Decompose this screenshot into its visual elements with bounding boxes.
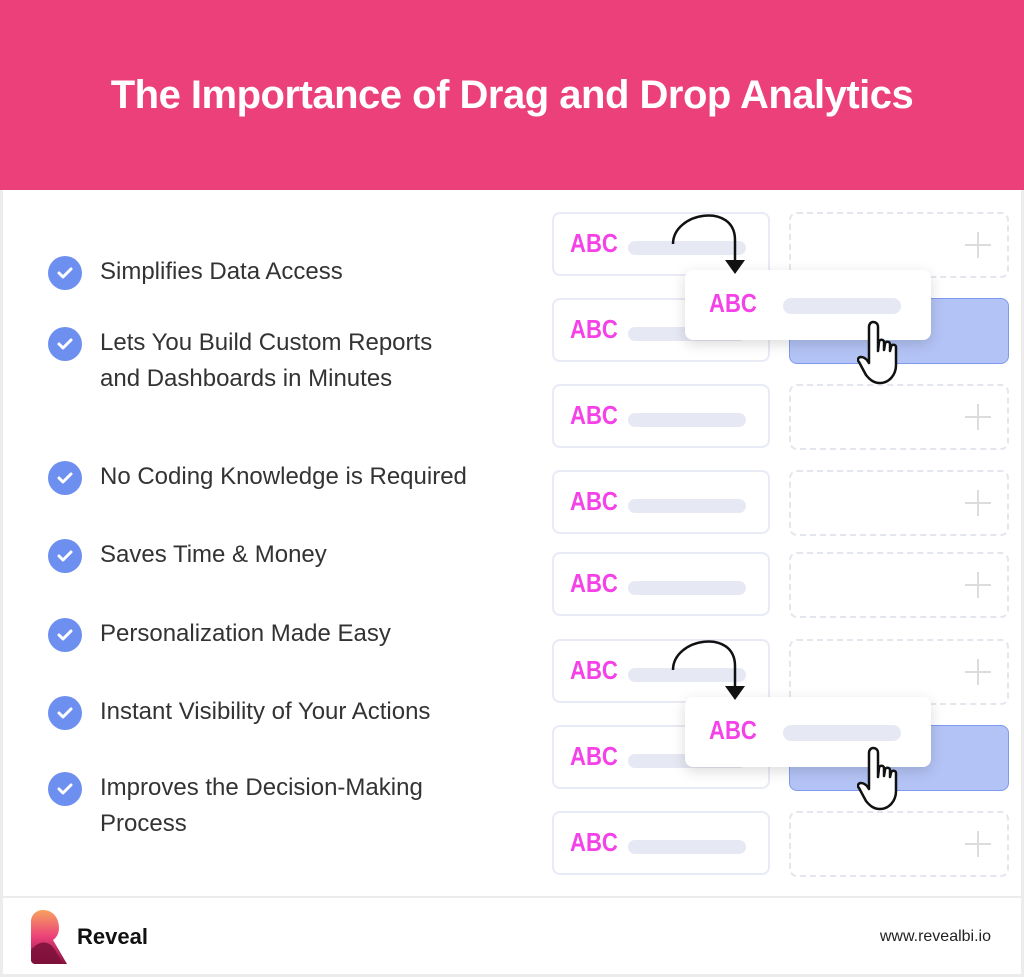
data-field[interactable]: ABC [552,470,770,534]
brand-name: Reveal [77,924,148,949]
field-label: ABC [570,741,618,771]
plus-icon [965,490,991,516]
field-label: ABC [570,400,618,430]
check-icon [48,618,82,652]
field-bar [628,413,746,427]
list-item: Instant Visibility of Your Actions [48,696,520,730]
benefit-text: Lets You Build Custom Reports and Dashbo… [100,329,433,392]
field-label: ABC [570,228,618,258]
check-icon [48,461,82,495]
plus-icon [965,831,991,857]
benefit-text: Saves Time & Money [100,541,327,568]
plus-icon [965,659,991,685]
drop-slot[interactable] [789,552,1009,618]
field-label: ABC [709,288,757,318]
header-banner: The Importance of Drag and Drop Analytic… [0,0,1024,190]
field-bar [628,499,746,513]
list-item: Lets You Build Custom Reports and Dashbo… [48,327,440,397]
drop-slot[interactable] [789,811,1009,877]
benefit-text: Improves the Decision-Making Process [100,774,423,837]
drop-slot[interactable] [789,384,1009,450]
list-item: No Coding Knowledge is Required [48,461,520,495]
benefit-text: Simplifies Data Access [100,258,343,285]
drop-slot[interactable] [789,639,1009,705]
check-icon [48,327,82,361]
brand-logo[interactable]: Reveal [31,910,148,964]
field-label: ABC [570,655,618,685]
website-link[interactable]: www.revealbi.io [880,928,991,946]
benefit-text: Personalization Made Easy [100,620,391,647]
field-label: ABC [709,715,757,745]
field-bar [783,298,901,314]
check-icon [48,696,82,730]
footer: Reveal www.revealbi.io [3,898,1021,974]
curved-arrow-icon [671,214,745,274]
benefit-text: No Coding Knowledge is Required [100,463,467,490]
field-label: ABC [570,314,618,344]
plus-icon [965,572,991,598]
benefit-text: Instant Visibility of Your Actions [100,698,431,725]
list-item: Personalization Made Easy [48,618,520,652]
field-label: ABC [570,568,618,598]
data-field[interactable]: ABC [552,384,770,448]
list-item: Saves Time & Money [48,539,520,573]
field-label: ABC [570,486,618,516]
field-label: ABC [570,827,618,857]
data-field[interactable]: ABC [552,552,770,616]
drop-slot[interactable] [789,212,1009,278]
main-panel: Simplifies Data Access Lets You Build Cu… [3,190,1021,896]
reveal-logo-icon [31,910,67,964]
list-item: Simplifies Data Access [48,256,520,290]
data-field[interactable]: ABC [552,811,770,875]
check-icon [48,772,82,806]
plus-icon [965,404,991,430]
check-icon [48,539,82,573]
check-icon [48,256,82,290]
field-bar [628,581,746,595]
field-bar [783,725,901,741]
plus-icon [965,232,991,258]
page-title: The Importance of Drag and Drop Analytic… [110,72,914,117]
hand-cursor-icon [857,746,898,811]
curved-arrow-icon [671,640,745,700]
field-bar [628,840,746,854]
hand-cursor-icon [857,320,898,385]
drop-slot[interactable] [789,470,1009,536]
list-item: Improves the Decision-Making Process [48,772,430,842]
